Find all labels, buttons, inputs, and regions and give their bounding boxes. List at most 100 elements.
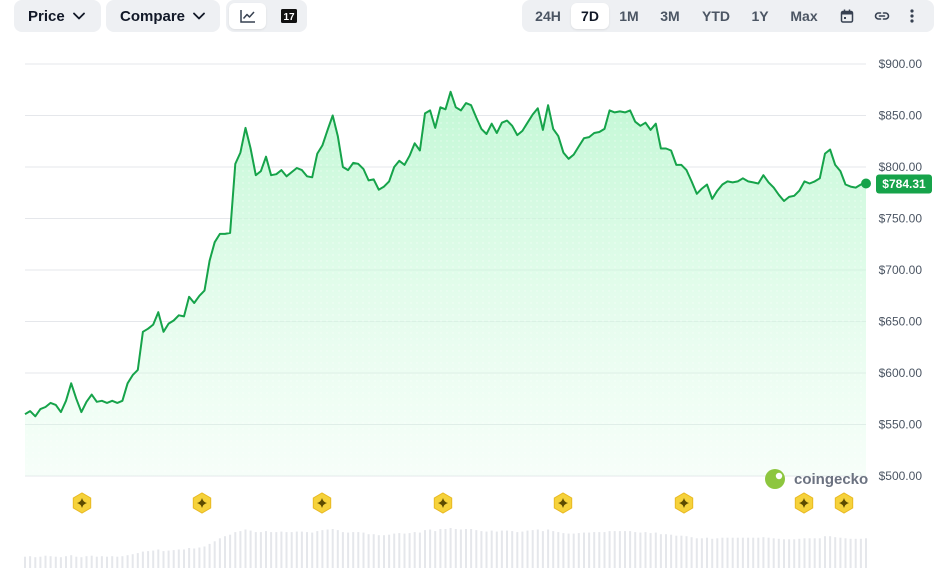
- volume-bar: [654, 532, 657, 568]
- volume-bar: [270, 532, 273, 568]
- volume-bar: [352, 532, 355, 568]
- volume-bar: [429, 529, 432, 568]
- volume-bar: [634, 532, 637, 568]
- y-tick-label: $550.00: [879, 418, 923, 432]
- volume-bar: [454, 529, 457, 568]
- volume-bar: [716, 538, 719, 568]
- volume-bar: [649, 533, 652, 568]
- volume-bar: [213, 541, 216, 568]
- event-marker[interactable]: [674, 492, 694, 514]
- volume-bar: [347, 532, 350, 568]
- volume-bar: [336, 530, 339, 568]
- volume-bar: [193, 548, 196, 568]
- volume-bar: [162, 551, 165, 568]
- volume-bar: [229, 534, 232, 568]
- volume-bar: [583, 532, 585, 568]
- volume-bar: [485, 531, 488, 568]
- y-tick-label: $850.00: [879, 109, 923, 123]
- volume-bar: [203, 546, 206, 568]
- volume-bar: [408, 533, 411, 568]
- volume-bar: [736, 537, 739, 568]
- volume-bar: [141, 551, 144, 568]
- volume-bar: [521, 531, 524, 568]
- volume-bar: [613, 531, 616, 568]
- volume-bar: [172, 550, 175, 568]
- volume-bar: [449, 528, 452, 568]
- volume-bar: [388, 534, 391, 568]
- volume-bar: [80, 557, 83, 568]
- volume-bar: [121, 556, 124, 568]
- volume-bar: [70, 555, 73, 568]
- volume-bar: [321, 530, 324, 568]
- volume-bar: [295, 531, 298, 568]
- volume-bar: [659, 534, 662, 568]
- volume-bar: [711, 538, 714, 568]
- volume-bar: [700, 538, 703, 568]
- volume-bar: [531, 530, 534, 568]
- volume-bar: [757, 537, 760, 568]
- volume-bar: [762, 537, 765, 568]
- volume-bar: [444, 529, 447, 568]
- volume-bar: [665, 534, 667, 568]
- volume-bar: [259, 532, 262, 568]
- price-chart[interactable]: $900.00 $850.00 $800.00 $750.00 $700.00 $650.…: [0, 0, 940, 572]
- volume-bar: [829, 536, 832, 568]
- volume-bar: [824, 536, 826, 568]
- volume-bar: [618, 531, 621, 568]
- event-marker[interactable]: [192, 492, 212, 514]
- event-marker[interactable]: [433, 492, 453, 514]
- volume-bar: [167, 550, 170, 568]
- volume-bar: [567, 533, 570, 568]
- event-marker[interactable]: [834, 492, 854, 514]
- price-area-texture: [25, 91, 866, 477]
- volume-bar: [95, 556, 98, 568]
- volume-bar: [188, 548, 191, 568]
- volume-bar: [285, 532, 288, 568]
- volume-bars: [24, 528, 867, 568]
- volume-bar: [331, 529, 334, 568]
- volume-bar: [275, 532, 278, 568]
- volume-bar: [383, 535, 385, 568]
- volume-bar: [695, 538, 698, 568]
- watermark-text: coingecko: [794, 471, 868, 488]
- y-tick-label: $650.00: [879, 315, 923, 329]
- volume-bar: [731, 537, 734, 568]
- volume-bar: [424, 530, 426, 568]
- volume-bar: [100, 556, 103, 568]
- volume-bar: [24, 556, 26, 568]
- y-tick-label: $500.00: [879, 469, 923, 483]
- volume-bar: [767, 537, 770, 568]
- volume-bar: [603, 532, 606, 568]
- volume-bar: [721, 537, 724, 568]
- volume-bar: [490, 530, 493, 568]
- volume-bar: [54, 556, 57, 568]
- volume-bar: [65, 556, 67, 568]
- volume-bar: [834, 537, 837, 568]
- volume-bar: [465, 529, 467, 568]
- price-area: [25, 91, 866, 477]
- volume-bar: [675, 535, 678, 568]
- volume-bar: [706, 537, 708, 568]
- volume-bar: [536, 529, 539, 568]
- volume-bar: [813, 538, 816, 568]
- event-marker[interactable]: [553, 492, 573, 514]
- event-marker[interactable]: [72, 492, 92, 514]
- volume-bar: [311, 532, 314, 568]
- volume-bar: [413, 532, 416, 568]
- volume-bar: [793, 539, 796, 568]
- volume-bar: [859, 538, 862, 568]
- volume-bar: [803, 538, 806, 568]
- volume-bar: [198, 547, 201, 568]
- volume-bar: [588, 532, 591, 568]
- current-price-badge: $784.31: [861, 174, 932, 194]
- volume-bar: [726, 537, 729, 568]
- volume-bar: [111, 556, 114, 568]
- event-marker[interactable]: [312, 492, 332, 514]
- volume-bar: [126, 555, 129, 568]
- volume-bar: [506, 530, 508, 568]
- volume-bar: [403, 533, 406, 568]
- volume-bar: [690, 537, 693, 568]
- volume-bar: [306, 532, 308, 568]
- event-marker[interactable]: [794, 492, 814, 514]
- volume-bar: [177, 549, 180, 568]
